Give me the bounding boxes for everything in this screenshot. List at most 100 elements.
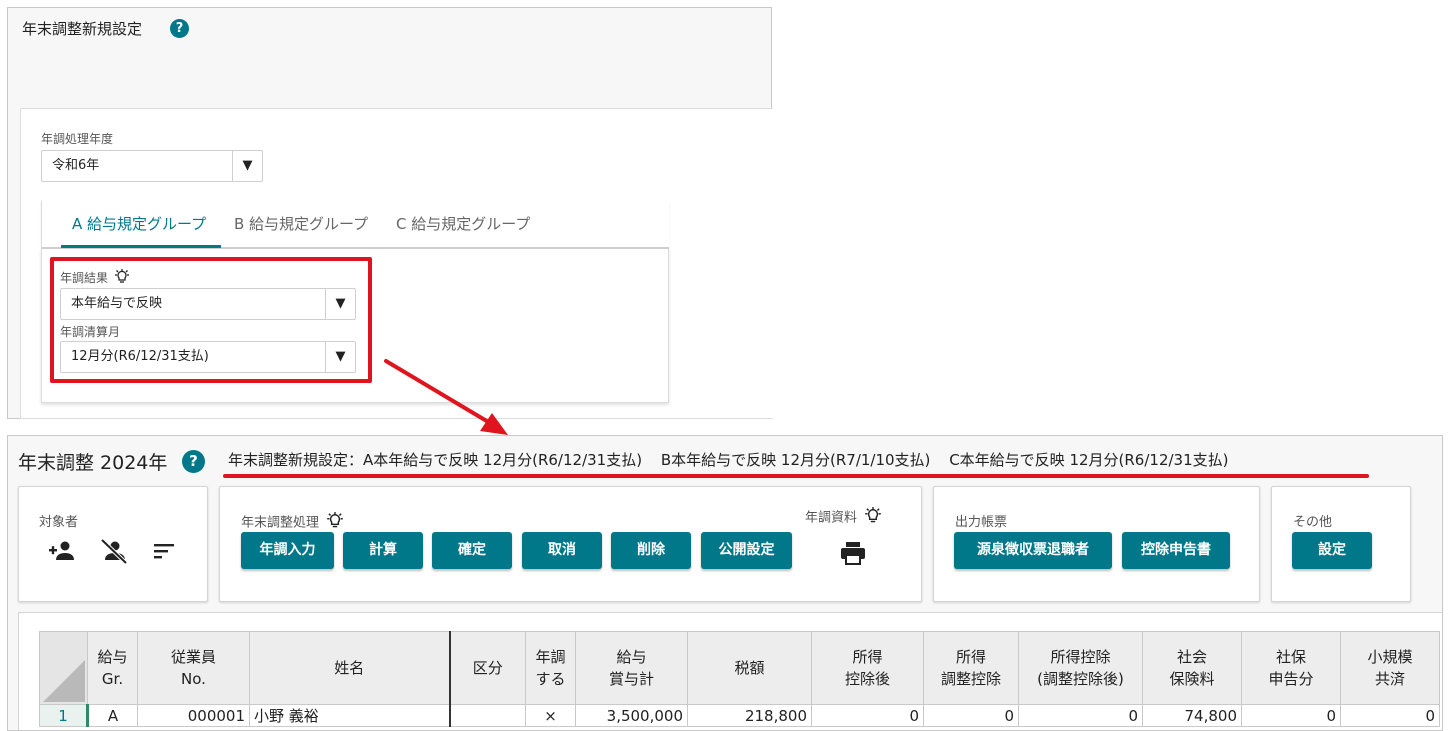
header-text: 姓名 — [334, 659, 365, 677]
header-text: 保険料 — [1169, 670, 1215, 688]
header-text: 社保 — [1275, 648, 1306, 666]
cancel-button[interactable]: 取消 — [522, 532, 602, 569]
result-label: 年調結果 — [60, 268, 132, 289]
year-end-adjustment-panel: 年末調整 2024年 ? 年末調整新規設定：A本年給与で反映 12月分(R6/1… — [7, 435, 1443, 731]
result-select[interactable]: 本年給与で反映 ▼ — [60, 288, 356, 320]
result-value: 本年給与で反映 — [71, 296, 163, 311]
header-text: 所得 — [852, 648, 883, 666]
employee-table-container: 給与 Gr. 従業員 No. 姓名 区分 年調する 給与賞与計 税額 所得控除後 所… — [18, 612, 1442, 730]
settlement-month-label: 年調清算月 — [60, 325, 121, 339]
output-label: 出力帳票 — [955, 515, 1008, 530]
summary-b: B本年給与で反映 12月分(R7/1/10支払) — [660, 451, 931, 469]
cell-income-deduction[interactable]: 0 — [1018, 704, 1143, 727]
cell-name[interactable]: 小野 義裕 — [249, 704, 451, 727]
col-salary-group[interactable]: 給与 Gr. — [87, 631, 138, 705]
header-text: 控除後 — [844, 670, 890, 688]
process-label-text: 年末調整処理 — [241, 515, 320, 531]
settlement-month-select[interactable]: 12月分(R6/12/31支払) ▼ — [60, 341, 356, 373]
row-number[interactable]: 1 — [39, 704, 89, 727]
col-income-after-deduction[interactable]: 所得 控除後 — [811, 631, 924, 705]
col-income-adjustment[interactable]: 所得 調整控除 — [923, 631, 1019, 705]
settlement-month-value: 12月分(R6/12/31支払) — [71, 349, 209, 364]
col-small-business-mutual[interactable]: 小規模 共済 — [1340, 631, 1440, 705]
chevron-down-icon[interactable]: ▼ — [325, 342, 355, 372]
sort-icon[interactable] — [153, 541, 177, 561]
header-text: 給与 — [616, 648, 647, 666]
cell-salary-group[interactable]: A — [87, 704, 138, 727]
header-text: する — [535, 670, 566, 688]
cell-tax-amount[interactable]: 218,800 — [687, 704, 812, 727]
col-social-insurance[interactable]: 社会 保険料 — [1142, 631, 1242, 705]
cell-salary-bonus-total[interactable]: 3,500,000 — [575, 704, 688, 727]
delete-button[interactable]: 削除 — [611, 532, 691, 569]
col-adjust-flag[interactable]: 年調 する — [525, 631, 576, 705]
cell-income-after-deduction[interactable]: 0 — [811, 704, 924, 727]
year-select[interactable]: 令和6年 ▼ — [41, 150, 263, 182]
deduction-declaration-button[interactable]: 控除申告書 — [1122, 532, 1230, 569]
header-text: 所得 — [955, 648, 986, 666]
tab-content: 年調結果 本年給与で反映 ▼ 年調清算月 12月分(R6/12/31支払) ▼ — [41, 249, 669, 403]
tab-b-group[interactable]: B 給与規定グループ — [234, 213, 368, 234]
chevron-down-icon[interactable]: ▼ — [325, 289, 355, 319]
header-text: 賞与計 — [608, 670, 654, 688]
settings-summary: 年末調整新規設定：A本年給与で反映 12月分(R6/12/31支払) B本年給与… — [228, 449, 1242, 470]
process-card: 年末調整処理 年調入力 計算 確定 取消 削除 公開設定 年調資料 — [219, 486, 922, 602]
corner-triangle-icon — [43, 660, 85, 702]
header-text: 給与 — [97, 648, 128, 666]
select-all-corner[interactable] — [39, 631, 88, 705]
year-value: 令和6年 — [52, 158, 100, 173]
calculate-button[interactable]: 計算 — [343, 532, 423, 569]
target-label: 対象者 — [39, 515, 79, 530]
confirm-button[interactable]: 確定 — [432, 532, 512, 569]
page-title: 年末調整 2024年 — [18, 452, 168, 474]
group-tabs: A 給与規定グループ B 給与規定グループ C 給与規定グループ — [41, 201, 669, 249]
table-header-row: 給与 Gr. 従業員 No. 姓名 区分 年調する 給与賞与計 税額 所得控除後 所… — [39, 631, 1440, 705]
settings-title: 年末調整新規設定 — [22, 20, 143, 38]
help-icon[interactable]: ? — [170, 19, 189, 38]
col-income-deduction[interactable]: 所得控除 (調整控除後) — [1018, 631, 1143, 705]
year-end-input-button[interactable]: 年調入力 — [241, 532, 334, 569]
header-text: 所得控除 — [1050, 648, 1111, 666]
other-label: その他 — [1293, 515, 1333, 530]
header-text: 社会 — [1176, 648, 1207, 666]
col-employee-no[interactable]: 従業員 No. — [137, 631, 250, 705]
tab-c-group[interactable]: C 給与規定グループ — [396, 213, 530, 234]
col-category[interactable]: 区分 — [449, 631, 526, 705]
add-person-icon[interactable] — [47, 539, 77, 563]
summary-c: C本年給与で反映 12月分(R6/12/31支払) — [949, 451, 1229, 469]
cell-category[interactable] — [449, 704, 526, 727]
col-social-insurance-declared[interactable]: 社保 申告分 — [1241, 631, 1341, 705]
publish-settings-button[interactable]: 公開設定 — [701, 532, 792, 569]
cell-small-business-mutual[interactable]: 0 — [1340, 704, 1440, 727]
target-card: 対象者 — [18, 486, 208, 602]
header-text: 税額 — [734, 659, 765, 677]
lightbulb-icon[interactable] — [112, 268, 132, 289]
active-tab-indicator — [61, 245, 221, 248]
cell-income-adjustment[interactable]: 0 — [923, 704, 1019, 727]
other-card: その他 設定 — [1271, 486, 1411, 602]
col-name[interactable]: 姓名 — [249, 631, 451, 705]
cell-adjust-flag[interactable]: × — [525, 704, 576, 727]
header-text: 年調 — [535, 648, 566, 666]
red-arrow-icon — [384, 359, 508, 435]
print-icon[interactable] — [839, 540, 867, 566]
summary-a: 年末調整新規設定：A本年給与で反映 12月分(R6/12/31支払) — [228, 451, 643, 469]
col-tax-amount[interactable]: 税額 — [687, 631, 812, 705]
cell-social-insurance[interactable]: 74,800 — [1142, 704, 1242, 727]
lightbulb-icon[interactable] — [861, 506, 885, 530]
settings-button[interactable]: 設定 — [1292, 532, 1372, 569]
cell-social-insurance-declared[interactable]: 0 — [1241, 704, 1341, 727]
header-text: 区分 — [472, 659, 503, 677]
year-label: 年調処理年度 — [41, 132, 114, 146]
withholding-slip-retired-button[interactable]: 源泉徴収票退職者 — [954, 532, 1112, 569]
help-icon[interactable]: ? — [182, 450, 205, 473]
header-text: 従業員 — [170, 648, 216, 666]
tab-a-group[interactable]: A 給与規定グループ — [72, 213, 206, 234]
cell-employee-no[interactable]: 000001 — [137, 704, 250, 727]
header-text: 調整控除 — [940, 670, 1001, 688]
chevron-down-icon[interactable]: ▼ — [232, 151, 262, 181]
col-salary-bonus-total[interactable]: 給与 賞与計 — [575, 631, 688, 705]
table-row[interactable]: 1 A 000001 小野 義裕 × 3,500,000 218,800 0 0… — [39, 704, 1440, 727]
header-text: 共済 — [1374, 670, 1405, 688]
remove-person-icon[interactable] — [99, 537, 129, 565]
